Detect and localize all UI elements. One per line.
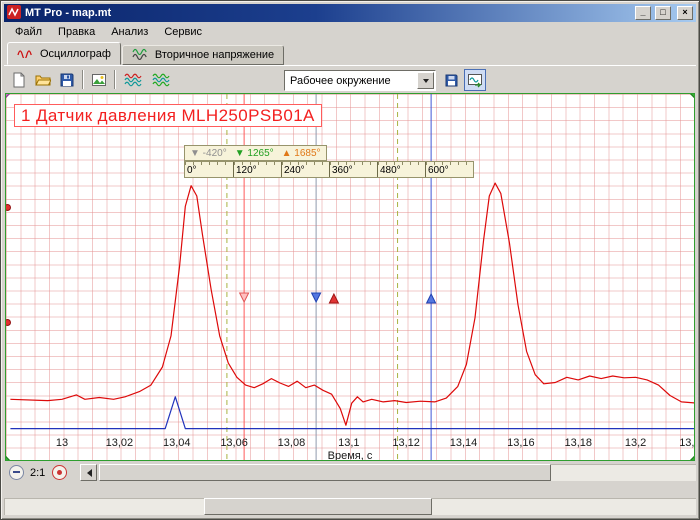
- plot-svg[interactable]: [6, 94, 694, 460]
- ruler-tick-label: 240°: [281, 162, 329, 177]
- minus-icon: [13, 471, 20, 473]
- tab-bar: Осциллограф Вторичное напряжение: [4, 41, 696, 65]
- tab-label: Вторичное напряжение: [155, 49, 274, 61]
- save-button[interactable]: [56, 69, 78, 91]
- channel-label[interactable]: 1 Датчик давления MLH250PSB01A: [14, 104, 322, 127]
- menu-analysis[interactable]: Анализ: [103, 24, 156, 40]
- maximize-button[interactable]: □: [655, 6, 671, 20]
- toolbar-separator: [114, 70, 116, 89]
- window-scrollbar-thumb[interactable]: [204, 498, 432, 515]
- target-dot-icon: [57, 470, 62, 475]
- secondary-voltage-wave-icon: [132, 48, 150, 63]
- menu-file[interactable]: Файл: [7, 24, 50, 40]
- arrow-left-icon: [83, 469, 92, 477]
- waveforms-button-1[interactable]: [120, 69, 147, 91]
- environment-combobox-value: Рабочее окружение: [285, 75, 417, 87]
- ruler-tick-label: 600°: [425, 162, 473, 177]
- apply-environment-button[interactable]: [464, 69, 486, 91]
- window-scrollbar[interactable]: [4, 498, 696, 515]
- toolbar-separator: [82, 70, 84, 89]
- oscillograph-wave-icon: [17, 46, 35, 61]
- tab-secondary-voltage[interactable]: Вторичное напряжение: [122, 45, 284, 65]
- cursor-readout: ▼ 1265°: [235, 148, 274, 159]
- x-axis-title: Время, с: [6, 450, 694, 461]
- scroll-left-button[interactable]: [80, 464, 97, 481]
- ruler-tick-label: 120°: [233, 162, 281, 177]
- chevron-down-icon[interactable]: [417, 72, 434, 89]
- title-bar[interactable]: MT Pro - map.mt _ □ ×: [4, 4, 696, 22]
- window-title: MT Pro - map.mt: [25, 7, 631, 19]
- save-environment-button[interactable]: [440, 69, 462, 91]
- menu-edit[interactable]: Правка: [50, 24, 103, 40]
- save-image-button[interactable]: [88, 69, 110, 91]
- new-file-button[interactable]: [8, 69, 30, 91]
- cursor-readouts: ▼ -420° ▼ 1265° ▲ 1685°: [184, 145, 327, 161]
- close-button[interactable]: ×: [677, 6, 693, 20]
- cursor-readout: ▲ 1685°: [282, 148, 321, 159]
- chart-scrollbar[interactable]: [99, 464, 696, 481]
- cursor-readout: ▼ -420°: [190, 148, 227, 159]
- ruler-tick-label: 0°: [185, 162, 233, 177]
- tab-label: Осциллограф: [40, 48, 111, 60]
- degree-ruler[interactable]: 0°120°240°360°480°600°: [184, 161, 474, 178]
- ruler-tick-label: 360°: [329, 162, 377, 177]
- menu-bar: Файл Правка Анализ Сервис: [4, 22, 696, 41]
- marker-target-button[interactable]: [52, 465, 67, 480]
- menu-service[interactable]: Сервис: [156, 24, 210, 40]
- oscilloscope-chart[interactable]: 1 Датчик давления MLH250PSB01A ▼ -420°▼ …: [5, 93, 695, 461]
- tab-oscillograph[interactable]: Осциллограф: [7, 42, 121, 65]
- environment-combobox[interactable]: Рабочее окружение: [284, 70, 436, 91]
- app-icon: [7, 5, 21, 22]
- chart-scrollbar-thumb[interactable]: [99, 464, 551, 481]
- minimize-button[interactable]: _: [635, 6, 651, 20]
- zoom-out-button[interactable]: [9, 465, 24, 480]
- app-window: MT Pro - map.mt _ □ × Файл Правка Анализ…: [0, 0, 700, 520]
- waveforms-button-2[interactable]: [148, 69, 175, 91]
- chart-scroll-row: 2:1: [4, 464, 696, 481]
- open-file-button[interactable]: [32, 69, 54, 91]
- zoom-level: 2:1: [30, 467, 45, 479]
- toolbar: Рабочее окружение: [4, 65, 696, 93]
- ruler-tick-label: 480°: [377, 162, 425, 177]
